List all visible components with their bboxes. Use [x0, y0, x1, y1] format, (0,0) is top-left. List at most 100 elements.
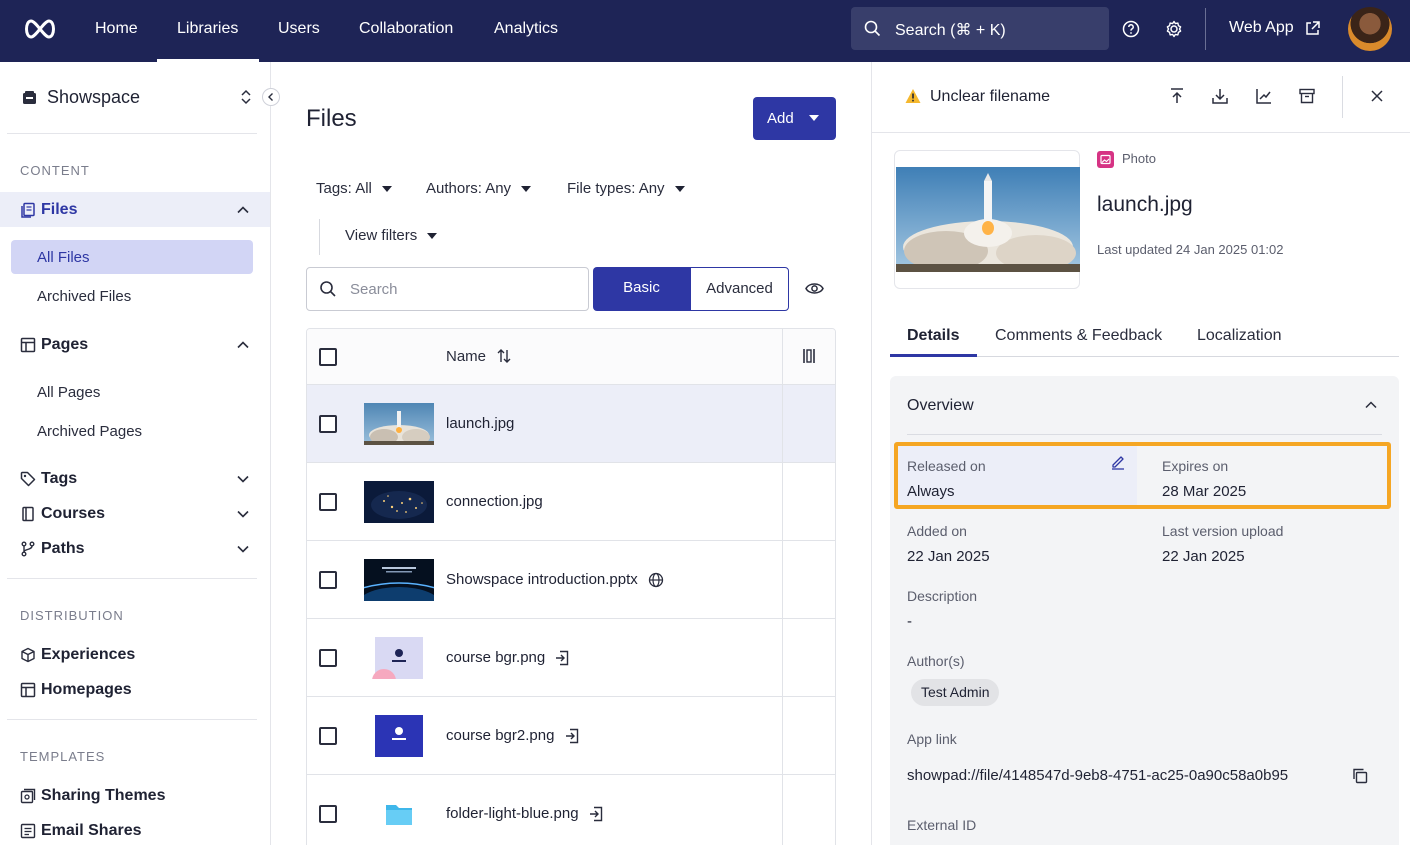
tab-localization[interactable]: Localization [1197, 327, 1282, 345]
tab-details[interactable]: Details [907, 327, 959, 345]
chevron-up-icon[interactable] [236, 203, 250, 217]
sidebar-item-all-files[interactable]: All Files [37, 249, 90, 266]
nav-analytics[interactable]: Analytics [494, 0, 558, 62]
sort-icon[interactable] [496, 348, 512, 364]
add-button-label: Add [767, 110, 794, 127]
file-name-text: Showspace introduction.pptx [446, 571, 638, 588]
row-checkbox[interactable] [319, 805, 337, 823]
select-all-checkbox[interactable] [319, 348, 337, 366]
cube-icon [21, 647, 35, 663]
overview-title[interactable]: Overview [907, 397, 974, 415]
search-mode-advanced[interactable]: Advanced [690, 267, 789, 311]
import-icon [565, 728, 578, 744]
table-row[interactable]: Showspace introduction.pptx [307, 541, 835, 619]
search-placeholder: Search [350, 281, 398, 298]
pencil-icon[interactable] [1110, 454, 1126, 470]
row-checkbox[interactable] [319, 649, 337, 667]
layout-icon [20, 682, 36, 698]
search-icon [864, 20, 881, 37]
infinity-logo-icon[interactable] [22, 17, 58, 41]
last-updated: Last updated 24 Jan 2025 01:02 [1097, 242, 1284, 257]
table-row[interactable]: course bgr.png [307, 619, 835, 697]
tab-comments-feedback[interactable]: Comments & Feedback [995, 327, 1162, 345]
section-distribution-label: DISTRIBUTION [20, 608, 124, 623]
released-label: Released on [907, 458, 986, 474]
filter-file-types[interactable]: File types: Any [567, 180, 685, 197]
caret-down-icon [809, 115, 819, 121]
file-name[interactable]: folder-light-blue.png [446, 805, 603, 822]
external-link-icon[interactable] [1304, 20, 1321, 37]
analytics-icon[interactable] [1255, 87, 1273, 105]
workspace-name[interactable]: Showspace [47, 87, 140, 108]
add-button[interactable]: Add [753, 97, 836, 140]
filter-divider [319, 219, 320, 255]
download-icon[interactable] [1211, 87, 1229, 105]
file-name-text: folder-light-blue.png [446, 805, 579, 822]
search-input[interactable]: Search [306, 267, 589, 311]
book-icon [22, 506, 34, 522]
global-search[interactable]: Search (⌘ + K) [851, 7, 1109, 50]
chevron-down-icon[interactable] [236, 472, 250, 486]
row-checkbox[interactable] [319, 415, 337, 433]
table-row[interactable]: course bgr2.png [307, 697, 835, 775]
authors-label: Author(s) [907, 653, 965, 669]
gear-icon[interactable] [1164, 19, 1184, 39]
chevron-up-icon[interactable] [236, 338, 250, 352]
workspace-icon [23, 91, 36, 104]
file-name[interactable]: Showspace introduction.pptx [446, 571, 664, 588]
archive-icon[interactable] [1298, 87, 1316, 105]
column-header-name[interactable]: Name [446, 348, 486, 365]
row-checkbox[interactable] [319, 493, 337, 511]
filter-tags[interactable]: Tags: All [316, 180, 392, 197]
web-app-link[interactable]: Web App [1229, 19, 1294, 37]
chevron-updown-icon[interactable] [240, 88, 252, 106]
chevron-down-icon[interactable] [236, 507, 250, 521]
nav-home[interactable]: Home [95, 0, 138, 62]
file-name[interactable]: launch.jpg [446, 415, 514, 432]
table-row[interactable]: connection.jpg [307, 463, 835, 541]
thumbnail-course-bgr [372, 637, 423, 679]
row-checkbox[interactable] [319, 571, 337, 589]
thumbnail-connection [364, 481, 434, 523]
sidebar-item-archived-pages[interactable]: Archived Pages [37, 423, 142, 440]
highlight-box [894, 442, 1391, 509]
sidebar-divider [7, 719, 257, 720]
nav-collaboration[interactable]: Collaboration [359, 0, 453, 62]
close-icon[interactable] [1370, 89, 1384, 103]
sidebar-item-all-pages[interactable]: All Pages [37, 384, 100, 401]
file-name[interactable]: connection.jpg [446, 493, 543, 510]
upload-icon[interactable] [1168, 87, 1186, 105]
caret-down-icon [381, 186, 392, 193]
filter-tags-label: Tags: All [316, 180, 372, 197]
avatar[interactable] [1348, 7, 1392, 51]
row-checkbox[interactable] [319, 727, 337, 745]
file-preview[interactable] [894, 150, 1080, 289]
view-filters-button[interactable]: View filters [345, 227, 438, 244]
table-row[interactable]: folder-light-blue.png [307, 775, 835, 845]
files-table: Name launch.jpg connection.jpg Showspace… [306, 328, 836, 845]
columns-icon[interactable] [802, 348, 816, 364]
nav-libraries[interactable]: Libraries [157, 0, 259, 62]
chevron-up-icon[interactable] [1364, 398, 1378, 412]
nav-users[interactable]: Users [278, 0, 320, 62]
chevron-down-icon[interactable] [236, 542, 250, 556]
warning-icon [905, 89, 921, 103]
search-mode-basic[interactable]: Basic [593, 267, 690, 311]
app-link-value: showpad://file/4148547d-9eb8-4751-ac25-0… [907, 767, 1289, 784]
file-name[interactable]: course bgr.png [446, 649, 569, 666]
table-row[interactable]: launch.jpg [307, 385, 835, 463]
sidebar-item-archived-files[interactable]: Archived Files [37, 288, 131, 305]
overview-section: Overview Released on Always Expires on 2… [890, 376, 1399, 845]
copy-icon[interactable] [1351, 767, 1369, 785]
filter-authors[interactable]: Authors: Any [426, 180, 532, 197]
active-tab-indicator [890, 354, 977, 357]
collapse-sidebar-button[interactable] [262, 88, 280, 106]
file-name[interactable]: course bgr2.png [446, 727, 579, 744]
filter-file-types-label: File types: Any [567, 180, 665, 197]
file-name-text: course bgr.png [446, 649, 546, 666]
eye-icon[interactable] [805, 280, 824, 297]
released-value: Always [907, 483, 955, 500]
help-icon[interactable] [1121, 19, 1141, 39]
thumbnail-presentation [364, 559, 434, 601]
warning-message: Unclear filename [930, 88, 1051, 105]
